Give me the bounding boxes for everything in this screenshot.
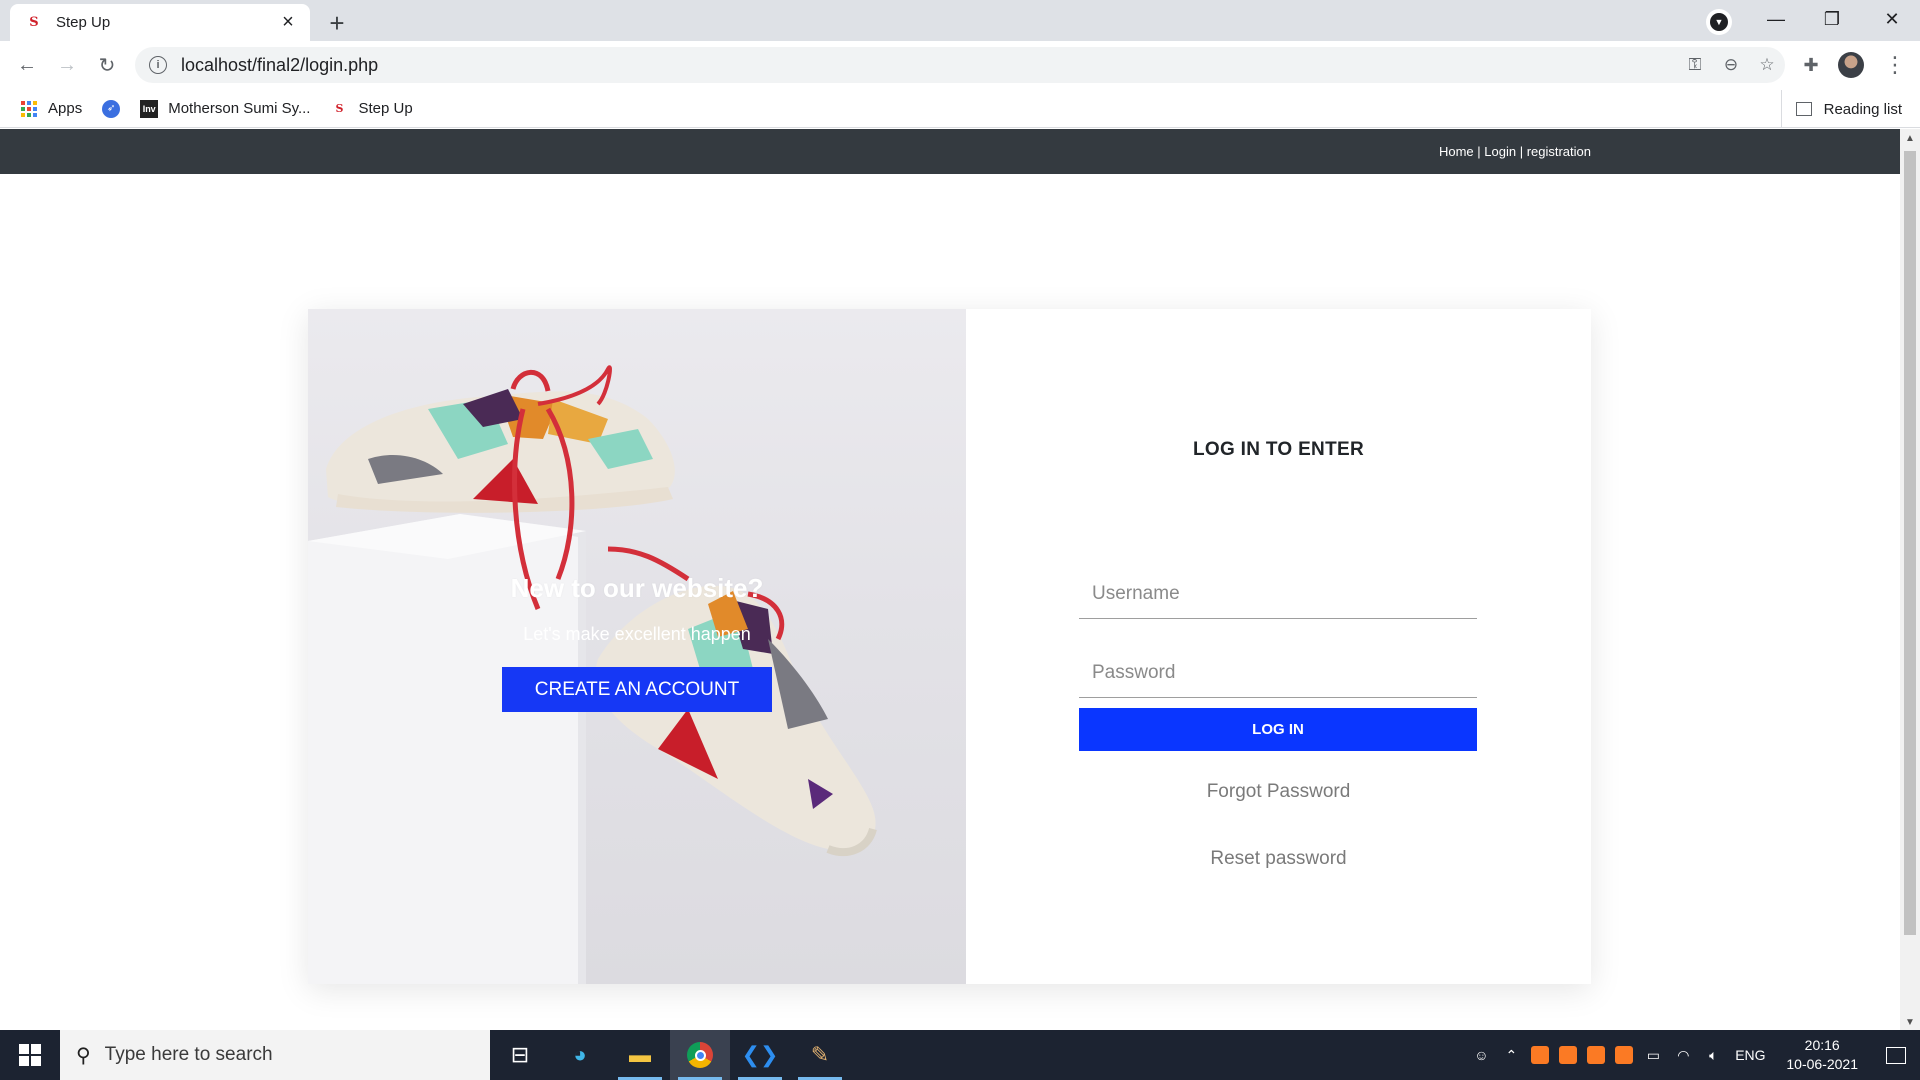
bookmark-label: Motherson Sumi Sy... [168, 100, 311, 117]
reload-icon[interactable]: ↻ [92, 50, 122, 80]
extensions-puzzle-icon[interactable]: ✚ [1796, 50, 1826, 80]
forgot-password-link[interactable]: Forgot Password [966, 781, 1591, 803]
system-tray: ☺ ⌃ ▭ ◠ 🔈︎ ENG 20:16 10-06-2021 [1466, 1030, 1920, 1080]
inv-icon: Inv [140, 99, 159, 118]
hero-title: New to our website? [510, 573, 764, 603]
reading-list-icon [1795, 102, 1812, 116]
edge-browser-icon[interactable]: ◕ [550, 1030, 610, 1080]
bookmark-apps[interactable]: Apps [20, 100, 82, 118]
page-scrollbar[interactable]: ▲ ▼ [1900, 129, 1920, 1030]
chrome-icon[interactable] [670, 1030, 730, 1080]
window-close-button[interactable]: ✕ [1864, 0, 1920, 38]
url-text[interactable]: localhost/final2/login.php [181, 55, 1677, 76]
hero-panel: New to our website? Let's make excellent… [308, 309, 966, 984]
rocket-icon: ➶ [102, 99, 121, 118]
browser-toolbar: ← → ↻ i localhost/final2/login.php ⚿ ⊖ ☆… [0, 41, 1920, 90]
clock-time: 20:16 [1804, 1037, 1840, 1053]
bookmark-motherson[interactable]: Inv Motherson Sumi Sy... [140, 99, 311, 118]
chevron-down-icon: ▼ [1710, 13, 1728, 31]
taskbar-search[interactable]: ⚲ Type here to search [60, 1030, 490, 1080]
paint-icon[interactable]: ✎ [790, 1030, 850, 1080]
chevron-up-icon[interactable]: ⌃ [1496, 1047, 1526, 1064]
profile-avatar[interactable] [1838, 52, 1864, 78]
zoom-icon[interactable]: ⊖ [1713, 55, 1749, 75]
file-explorer-icon[interactable]: ▬ [610, 1030, 670, 1080]
info-icon[interactable]: i [149, 56, 167, 74]
scrollbar-thumb[interactable] [1904, 151, 1916, 935]
password-input[interactable] [1079, 648, 1477, 698]
create-account-button[interactable]: CREATE AN ACCOUNT [502, 667, 772, 712]
battery-icon[interactable]: ▭ [1638, 1047, 1668, 1064]
page-viewport: Home | Login | registration New to our w… [0, 129, 1920, 1030]
forward-arrow-icon[interactable]: → [52, 50, 82, 80]
windows-logo-icon [19, 1044, 41, 1066]
scroll-up-icon[interactable]: ▲ [1905, 133, 1915, 144]
start-button[interactable] [0, 1030, 60, 1080]
back-arrow-icon[interactable]: ← [12, 50, 42, 80]
volume-icon[interactable]: 🔈︎ [1698, 1047, 1728, 1064]
bookmark-label: Step Up [358, 100, 413, 117]
nav-login-link[interactable]: Login [1484, 144, 1516, 159]
close-icon[interactable]: × [278, 11, 298, 34]
nav-home-link[interactable]: Home [1439, 144, 1474, 159]
taskbar-clock[interactable]: 20:16 10-06-2021 [1786, 1036, 1858, 1074]
bookmarks-bar: Apps ➶ Inv Motherson Sumi Sy... S Step U… [0, 90, 1920, 128]
tab-title: Step Up [56, 14, 111, 31]
reset-password-link[interactable]: Reset password [966, 848, 1591, 870]
star-icon[interactable]: ☆ [1749, 55, 1785, 75]
restore-button[interactable]: ❐ [1804, 0, 1860, 38]
hero-subtitle: Let's make excellent happen [523, 624, 751, 644]
taskbar-search-placeholder: Type here to search [104, 1044, 273, 1065]
browser-tabstrip: S Step Up × + ▼ — ❐ ✕ [0, 0, 1920, 41]
kebab-menu-icon[interactable]: ⋮ [1880, 50, 1910, 80]
address-bar[interactable]: i localhost/final2/login.php ⚿ ⊖ ☆ [135, 47, 1785, 83]
bookmark-stepup[interactable]: S Step Up [330, 100, 413, 118]
language-indicator[interactable]: ENG [1728, 1047, 1772, 1063]
minimize-button[interactable]: — [1748, 0, 1804, 38]
nav-separator: | [1516, 144, 1527, 159]
xampp-icon[interactable] [1587, 1046, 1606, 1064]
bookmark-rocket[interactable]: ➶ [102, 99, 121, 118]
chrome-logo [687, 1042, 713, 1068]
notification-icon[interactable] [1872, 1046, 1920, 1064]
reading-list-label: Reading list [1823, 100, 1902, 118]
site-nav-links: Home | Login | registration [1439, 144, 1591, 159]
stepup-favicon-icon: S [335, 102, 344, 115]
xampp-icon[interactable] [1559, 1046, 1578, 1064]
reading-list-button[interactable]: Reading list [1780, 90, 1902, 128]
stepup-favicon-icon: S [29, 15, 39, 30]
site-navbar: Home | Login | registration [0, 129, 1900, 174]
windows-taskbar: ⚲ Type here to search ⊟ ◕ ▬ ❮❯ ✎ ☺ ⌃ ▭ ◠… [0, 1030, 1920, 1080]
xampp-icon[interactable] [1531, 1046, 1550, 1064]
tab-search-button[interactable]: ▼ [1706, 9, 1732, 35]
people-icon[interactable]: ☺ [1466, 1047, 1496, 1063]
task-view-icon[interactable]: ⊟ [490, 1030, 550, 1080]
login-title: LOG IN TO ENTER [1193, 439, 1364, 460]
apps-grid-icon [20, 100, 38, 118]
nav-registration-link[interactable]: registration [1527, 144, 1591, 159]
scroll-down-icon[interactable]: ▼ [1905, 1017, 1915, 1028]
vscode-icon[interactable]: ❮❯ [730, 1030, 790, 1080]
login-card: New to our website? Let's make excellent… [308, 309, 1591, 984]
hero-text: New to our website? Let's make excellent… [308, 573, 966, 712]
browser-tab[interactable]: S Step Up × [10, 4, 310, 41]
new-tab-button[interactable]: + [320, 6, 354, 40]
bookmark-label: Apps [48, 100, 83, 117]
xampp-icon[interactable] [1615, 1046, 1634, 1064]
clock-date: 10-06-2021 [1786, 1056, 1858, 1072]
username-input[interactable] [1079, 569, 1477, 619]
login-button[interactable]: LOG IN [1079, 708, 1477, 751]
nav-separator: | [1473, 144, 1485, 159]
wifi-icon[interactable]: ◠ [1668, 1047, 1698, 1064]
key-icon[interactable]: ⚿ [1677, 55, 1713, 75]
search-icon: ⚲ [76, 1044, 91, 1067]
login-panel: LOG IN TO ENTER LOG IN Forgot Password R… [966, 309, 1591, 984]
